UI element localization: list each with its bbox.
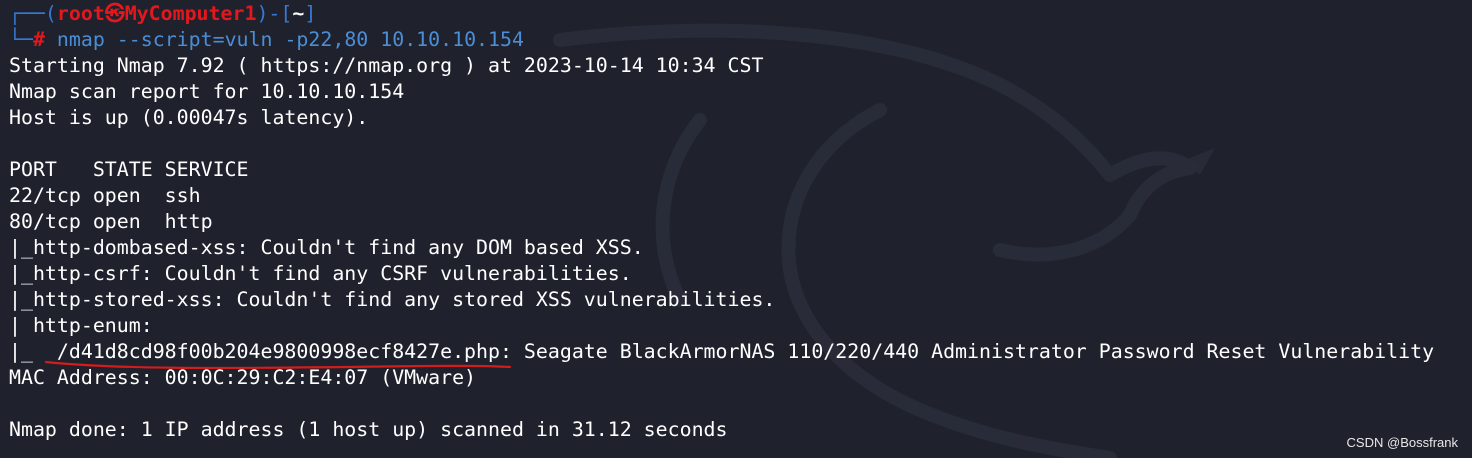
prompt-user: root [56, 2, 105, 25]
output-line: 80/tcp open http [9, 210, 213, 233]
output-line: |_http-stored-xss: Couldn't find any sto… [9, 288, 776, 311]
prompt-line-1: ┌──(root㉿MyComputer1)-[~] [9, 1, 1472, 27]
prompt-directory: ~ [292, 2, 305, 25]
output-line-blank [9, 391, 1472, 417]
output-line: Host is up (0.00047s latency). [9, 106, 369, 129]
output-line: MAC Address: 00:0C:29:C2:E4:07 (VMware) [9, 366, 477, 389]
output-line: | http-enum: [9, 314, 165, 337]
output-line: Nmap scan report for 10.10.10.154 [9, 80, 405, 103]
csdn-credit-watermark: CSDN @Bossfrank [1346, 435, 1458, 450]
prompt-line-2[interactable]: └─# nmap --script=vuln -p22,80 10.10.10.… [9, 27, 1472, 53]
command-name: nmap [56, 28, 105, 51]
output-line: |_http-csrf: Couldn't find any CSRF vuln… [9, 262, 632, 285]
prompt-frame-bottom: └─ [9, 28, 33, 51]
terminal-window[interactable]: ┌──(root㉿MyComputer1)-[~] └─# nmap --scr… [0, 0, 1472, 458]
prompt-hash: # [32, 28, 45, 51]
output-line: |_http-dombased-xss: Couldn't find any D… [9, 236, 644, 259]
prompt-frame-top: ┌──( [9, 2, 57, 25]
output-line: PORT STATE SERVICE [9, 158, 249, 181]
prompt-at-icon: ㉿ [104, 2, 125, 25]
prompt-frame-close: ] [304, 2, 317, 25]
output-line: 22/tcp open ssh [9, 184, 201, 207]
command-args: --script=vuln -p22,80 10.10.10.154 [104, 28, 524, 51]
output-line-blank [9, 131, 1472, 157]
prompt-frame-mid: )-[ [256, 2, 293, 25]
prompt-host: MyComputer1 [124, 2, 257, 25]
output-line: Nmap done: 1 IP address (1 host up) scan… [9, 418, 728, 441]
output-line-vulnerability: |_ /d41d8cd98f00b204e9800998ecf8427e.php… [9, 340, 1435, 363]
output-line: Starting Nmap 7.92 ( https://nmap.org ) … [9, 54, 764, 77]
